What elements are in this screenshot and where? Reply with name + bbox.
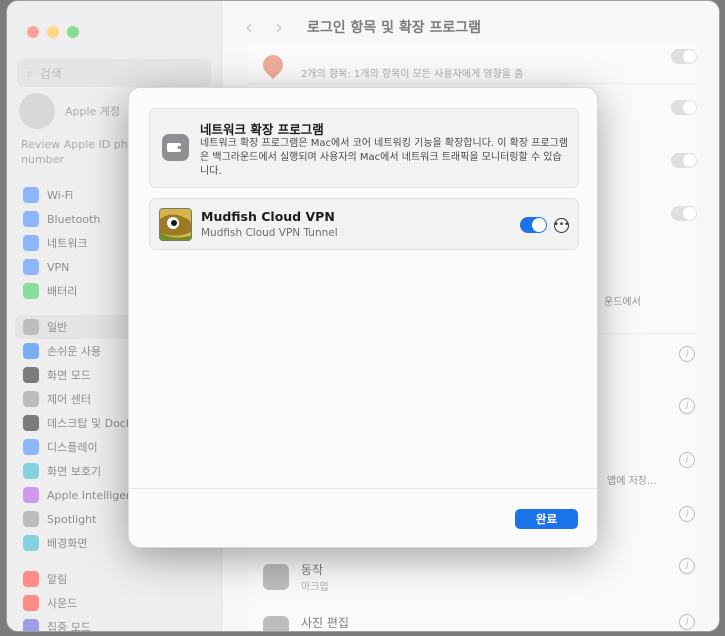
extension-title: 네트워크 확장 프로그램 [200, 122, 324, 137]
network-extensions-dialog: 네트워크 확장 프로그램 네트워크 확장 프로그램은 Mac에서 코어 네트워킹… [128, 87, 598, 548]
extension-icon [162, 134, 189, 161]
done-button[interactable]: 완료 [515, 509, 578, 529]
mudfish-logo [159, 208, 192, 241]
vpn-name: Mudfish Cloud VPN [201, 209, 335, 224]
extension-description: 네트워크 확장 프로그램은 Mac에서 코어 네트워킹 기능을 확장합니다. 이… [200, 138, 569, 177]
more-options-icon[interactable]: ••• [554, 218, 569, 233]
extension-info-box: 네트워크 확장 프로그램 네트워크 확장 프로그램은 Mac에서 코어 네트워킹… [149, 108, 579, 188]
vpn-extension-row: Mudfish Cloud VPN Mudfish Cloud VPN Tunn… [149, 198, 579, 250]
footer-divider [129, 488, 597, 489]
vpn-subtitle: Mudfish Cloud VPN Tunnel [201, 227, 338, 239]
vpn-toggle[interactable] [520, 217, 547, 233]
